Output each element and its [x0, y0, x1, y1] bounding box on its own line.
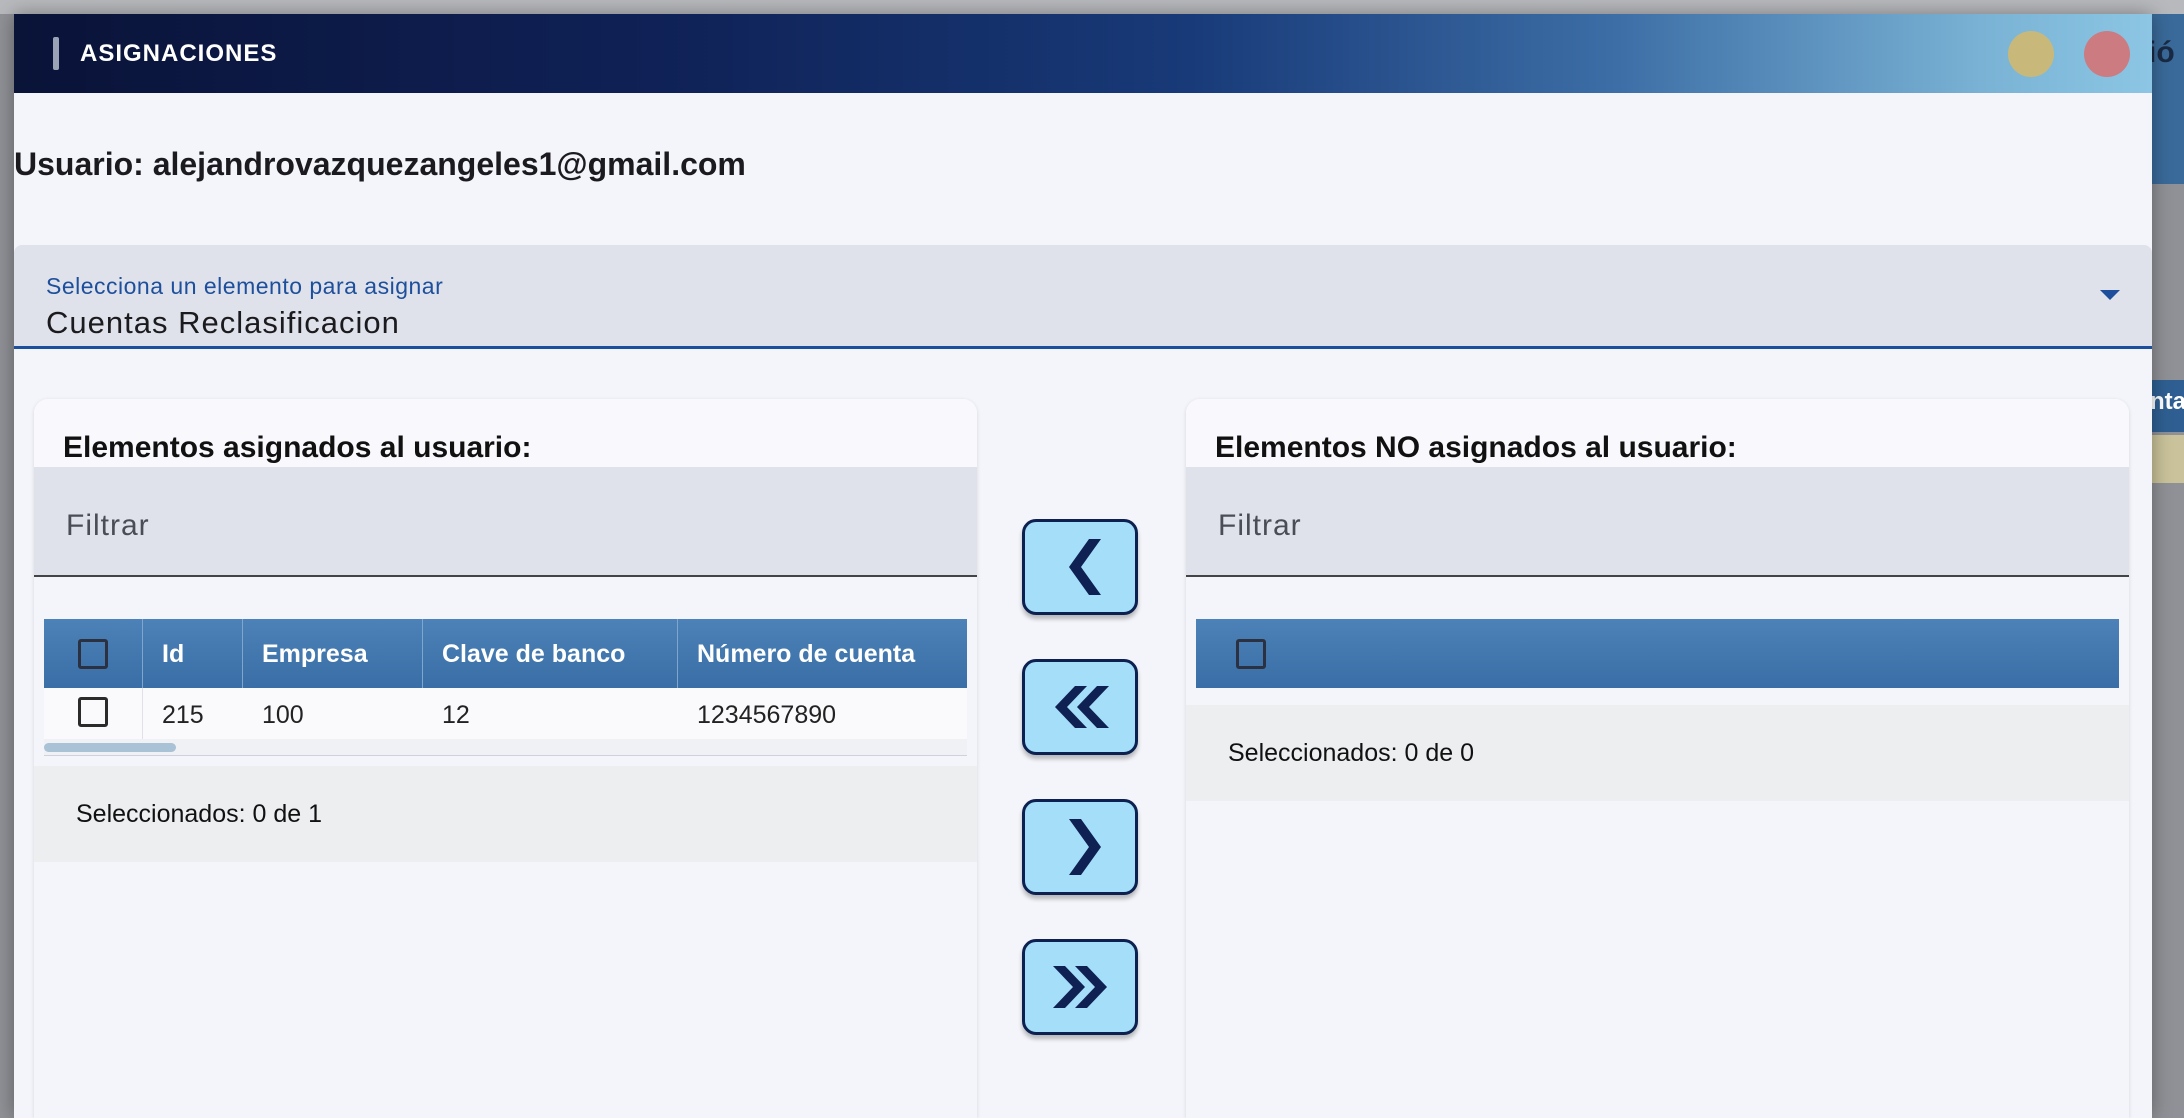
- assigned-panel: Elementos asignados al usuario: Filtrar …: [34, 399, 977, 1118]
- cell-text: 12: [442, 701, 470, 729]
- row-select-cell: [44, 688, 142, 739]
- column-header-label: Número de cuenta: [697, 640, 916, 668]
- filter-placeholder: Filtrar: [1218, 509, 1302, 542]
- select-all-cell: [1196, 619, 2119, 688]
- move-left-button[interactable]: [1022, 519, 1138, 615]
- assignments-dialog: ASIGNACIONES Usuario: alejandrovazquezan…: [14, 14, 2152, 1118]
- cell-clave: 12: [422, 688, 677, 739]
- move-right-button[interactable]: [1022, 799, 1138, 895]
- title-accent-bar: [53, 37, 59, 70]
- dialog-titlebar[interactable]: ASIGNACIONES: [14, 14, 2152, 93]
- assigned-panel-header: Elementos asignados al usuario:: [34, 399, 977, 467]
- user-email-label: Usuario: alejandrovazquezangeles1@gmail.…: [14, 146, 746, 182]
- select-all-checkbox[interactable]: [78, 639, 108, 669]
- element-type-select[interactable]: Selecciona un elemento para asignar Cuen…: [14, 245, 2152, 349]
- scrollbar-thumb[interactable]: [44, 743, 176, 752]
- cell-text: 1234567890: [697, 701, 837, 729]
- horizontal-scrollbar[interactable]: [44, 739, 967, 756]
- move-all-left-button[interactable]: [1022, 659, 1138, 755]
- unassigned-panel: Elementos NO asignados al usuario: Filtr…: [1186, 399, 2129, 1118]
- cell-cuenta: 1234567890: [677, 688, 967, 739]
- select-all-cell: [44, 619, 143, 688]
- cell-text: 215: [162, 701, 204, 729]
- background-peek-right-2: nta: [2150, 388, 2184, 415]
- table-row[interactable]: 215 100 12 1234567890: [44, 688, 967, 739]
- close-button[interactable]: [2084, 31, 2130, 77]
- select-value: Cuentas Reclasificacion: [46, 305, 400, 340]
- cell-id: 215: [142, 688, 242, 739]
- assigned-grid-footer: Seleccionados: 0 de 1: [34, 766, 977, 862]
- chevron-left-icon: [1069, 539, 1101, 595]
- dialog-title: ASIGNACIONES: [80, 40, 278, 67]
- unassigned-grid-footer: Seleccionados: 0 de 0: [1186, 705, 2129, 801]
- dropdown-arrow-icon[interactable]: [2100, 290, 2120, 300]
- double-chevron-left-icon: [1055, 686, 1109, 728]
- double-chevron-right-icon: [1053, 966, 1107, 1008]
- cell-empresa: 100: [242, 688, 422, 739]
- cell-text: 100: [262, 701, 304, 729]
- grid-header: [1196, 619, 2119, 688]
- chevron-right-icon: [1069, 819, 1101, 875]
- unassigned-selected-count: Seleccionados: 0 de 0: [1228, 739, 1475, 767]
- column-header-cuenta[interactable]: Número de cuenta: [677, 619, 967, 688]
- background-app-header: [0, 0, 2184, 14]
- minimize-button[interactable]: [2008, 31, 2054, 77]
- assigned-selected-count: Seleccionados: 0 de 1: [76, 800, 323, 828]
- unassigned-panel-title: Elementos NO asignados al usuario:: [1215, 431, 1737, 464]
- grid-header: Id Empresa Clave de banco Número de cuen…: [44, 619, 967, 688]
- column-header-id[interactable]: Id: [142, 619, 243, 688]
- column-header-empresa[interactable]: Empresa: [242, 619, 423, 688]
- assigned-panel-title: Elementos asignados al usuario:: [63, 431, 532, 464]
- row-checkbox[interactable]: [78, 697, 108, 727]
- unassigned-filter-input[interactable]: Filtrar: [1186, 467, 2129, 577]
- assigned-filter-input[interactable]: Filtrar: [34, 467, 977, 577]
- move-all-right-button[interactable]: [1022, 939, 1138, 1035]
- filter-placeholder: Filtrar: [66, 509, 150, 542]
- select-all-checkbox[interactable]: [1236, 639, 1266, 669]
- background-app-warning-band: [2152, 435, 2184, 483]
- column-header-label: Empresa: [262, 640, 368, 668]
- unassigned-panel-header: Elementos NO asignados al usuario:: [1186, 399, 2129, 467]
- column-header-label: Id: [162, 640, 185, 668]
- column-header-label: Clave de banco: [442, 640, 626, 668]
- column-header-clave[interactable]: Clave de banco: [422, 619, 678, 688]
- select-label: Selecciona un elemento para asignar: [46, 273, 444, 299]
- background-peek-right: ió: [2148, 36, 2175, 69]
